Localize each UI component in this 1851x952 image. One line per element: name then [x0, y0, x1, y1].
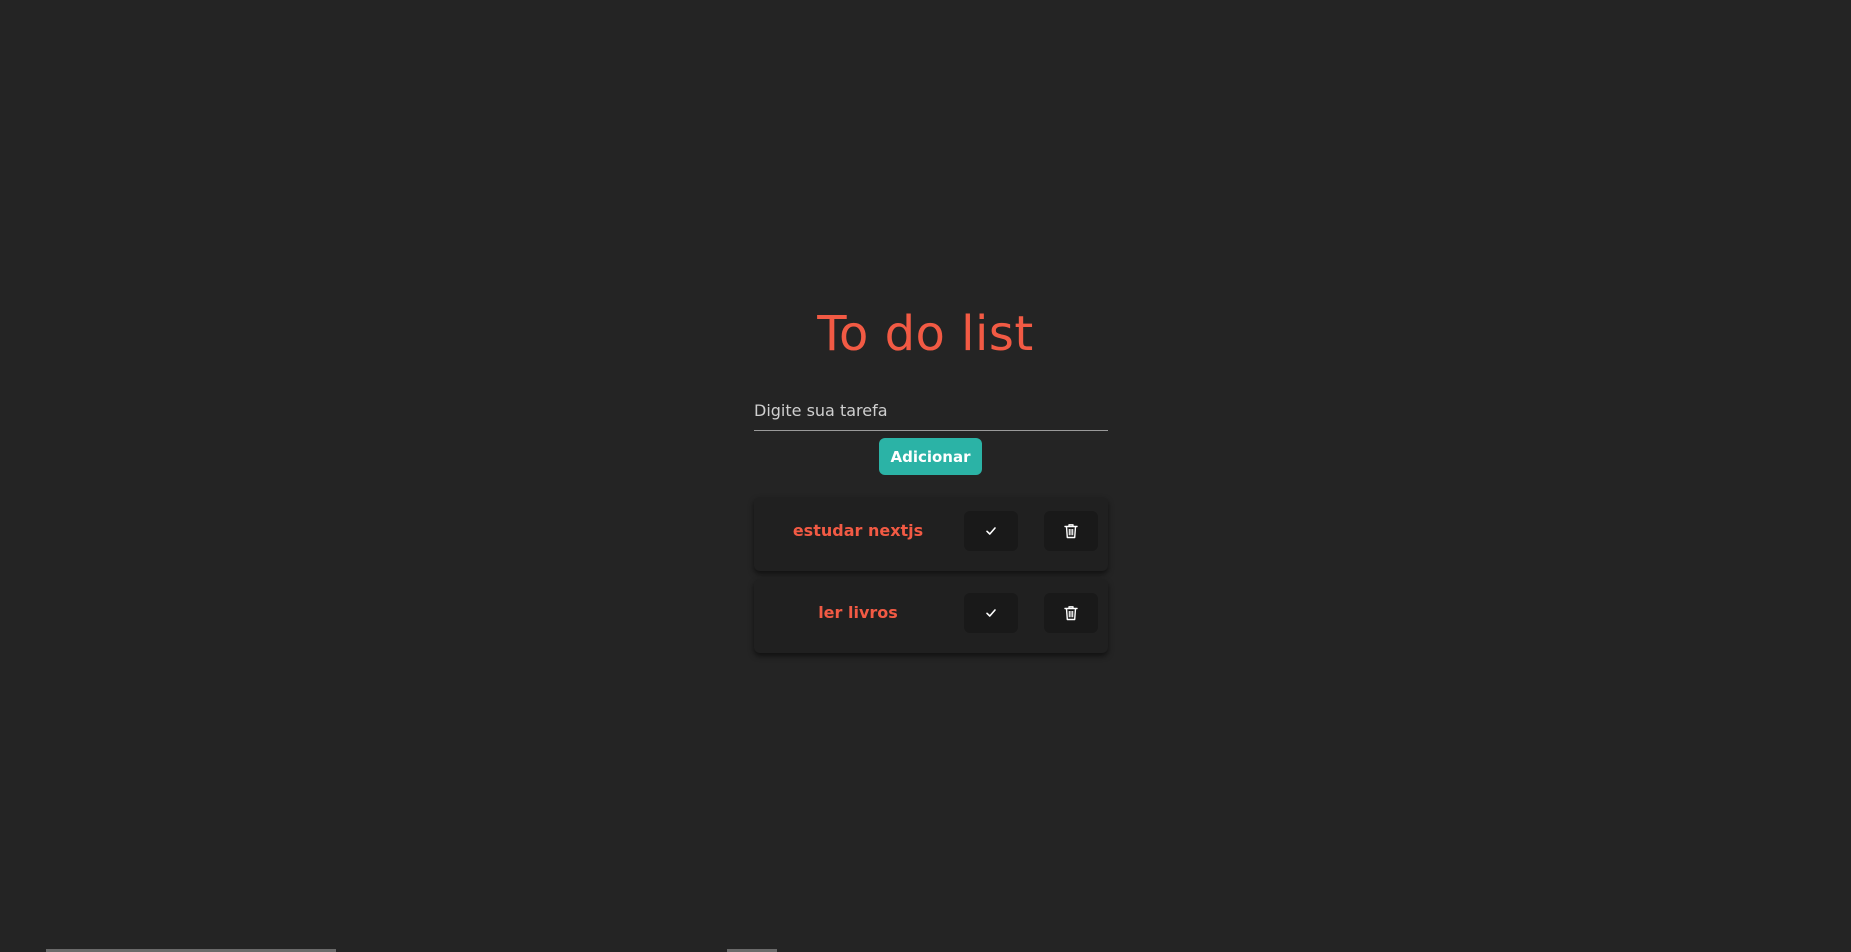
complete-task-button[interactable] [964, 511, 1018, 551]
delete-task-button[interactable] [1044, 593, 1098, 633]
page-title: To do list [817, 306, 1034, 362]
check-icon [985, 607, 997, 619]
task-item: estudar nextjs [754, 497, 1108, 571]
task-label: estudar nextjs [792, 521, 924, 540]
task-input-field [754, 393, 1108, 431]
trash-icon [1064, 523, 1078, 539]
task-label: ler livros [818, 603, 898, 622]
delete-task-button[interactable] [1044, 511, 1098, 551]
complete-task-button[interactable] [964, 593, 1018, 633]
task-input[interactable] [754, 393, 1108, 427]
check-icon [985, 525, 997, 537]
task-item: ler livros [754, 579, 1108, 653]
add-task-button[interactable]: Adicionar [879, 438, 982, 475]
trash-icon [1064, 605, 1078, 621]
todo-app: To do list Adicionar estudar nextjs [0, 0, 1851, 952]
